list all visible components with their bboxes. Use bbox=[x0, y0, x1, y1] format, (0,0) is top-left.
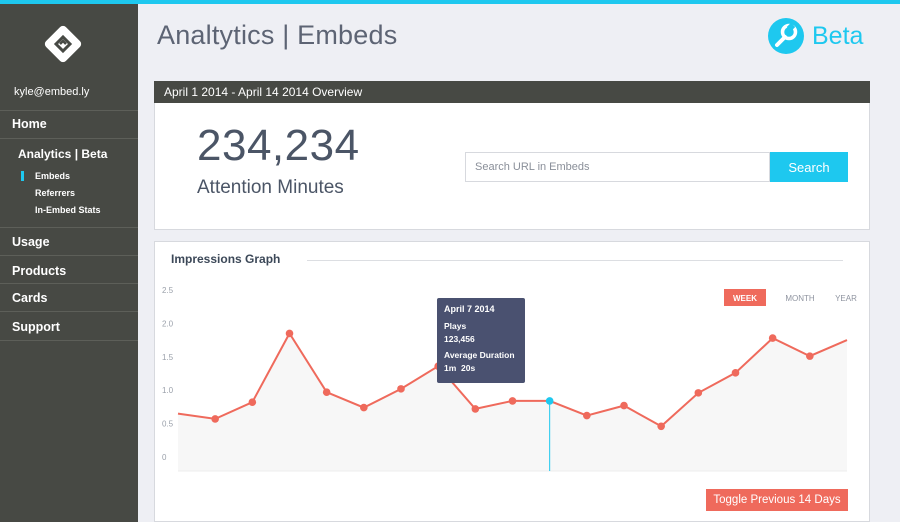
data-point[interactable] bbox=[768, 334, 777, 342]
tooltip-duration-value: 1m 20s bbox=[444, 363, 475, 373]
y-tick-label: 2.5 bbox=[162, 286, 174, 295]
range-week-button[interactable]: WEEK bbox=[733, 294, 757, 303]
y-tick-label: 0 bbox=[162, 453, 167, 462]
tooltip-plays-value: 123,456 bbox=[444, 334, 475, 344]
data-point[interactable] bbox=[583, 411, 591, 420]
data-point[interactable] bbox=[806, 352, 814, 360]
tooltip-duration-label: Average Duration bbox=[444, 350, 515, 360]
data-point[interactable] bbox=[322, 388, 331, 397]
data-point[interactable] bbox=[211, 415, 219, 423]
tooltip-date: April 7 2014 bbox=[444, 304, 495, 314]
data-point[interactable] bbox=[285, 329, 294, 338]
data-point[interactable] bbox=[360, 403, 368, 412]
data-point[interactable] bbox=[248, 398, 257, 407]
chart-tooltip: April 7 2014 Plays 123,456 Average Durat… bbox=[437, 298, 525, 383]
data-point[interactable] bbox=[620, 401, 628, 410]
range-year-button[interactable]: YEAR bbox=[835, 294, 857, 303]
highlighted-data-point[interactable] bbox=[545, 397, 554, 405]
data-point[interactable] bbox=[694, 389, 703, 397]
data-point[interactable] bbox=[397, 385, 405, 393]
y-tick-label: 1.5 bbox=[162, 353, 174, 362]
range-month-button[interactable]: MONTH bbox=[785, 294, 815, 303]
y-tick-label: 0.5 bbox=[162, 420, 174, 429]
data-point[interactable] bbox=[471, 405, 480, 413]
data-point[interactable] bbox=[657, 422, 665, 431]
data-point[interactable] bbox=[508, 397, 517, 405]
data-point[interactable] bbox=[731, 369, 740, 377]
y-tick-label: 1.0 bbox=[162, 386, 174, 395]
y-tick-label: 2.0 bbox=[162, 319, 174, 328]
tooltip-plays-label: Plays bbox=[444, 321, 466, 331]
impressions-chart: 2.5 2.0 1.5 1.0 0.5 0 WEEK MONTH YEAR April 7… bbox=[162, 286, 857, 472]
